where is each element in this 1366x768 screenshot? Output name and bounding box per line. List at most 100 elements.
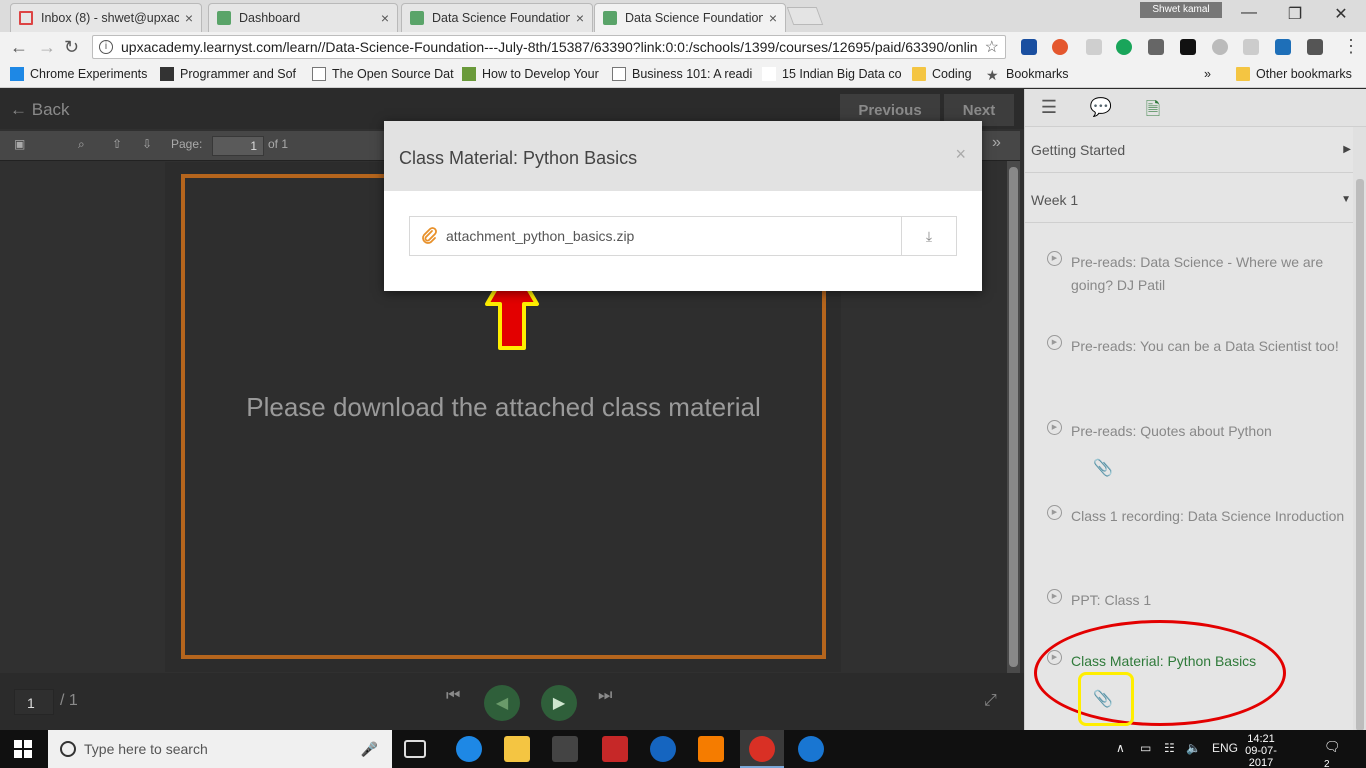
extension-icon[interactable]	[1275, 39, 1291, 55]
page-number-input[interactable]: 1	[212, 136, 264, 156]
class-material-modal: Class Material: Python Basics × attachme…	[384, 121, 982, 291]
menu-icon[interactable]: ☰	[1035, 97, 1063, 119]
current-page-field[interactable]: 1	[14, 689, 54, 715]
back-arrow-icon[interactable]: ←	[10, 37, 28, 58]
new-tab-button[interactable]	[786, 7, 824, 25]
extension-icon[interactable]	[1307, 39, 1323, 55]
fullscreen-icon[interactable]: ⤢	[984, 692, 997, 710]
paperclip-icon[interactable]: 📎	[1093, 458, 1113, 478]
bookmarks-overflow-button[interactable]: »	[1204, 67, 1211, 81]
language-indicator[interactable]: ENG	[1212, 741, 1238, 755]
extension-icon[interactable]	[1021, 39, 1037, 55]
amazon-icon[interactable]	[1180, 39, 1196, 55]
extension-icon[interactable]	[1212, 39, 1228, 55]
notification-center-icon[interactable]: 🗨2	[1324, 739, 1346, 768]
search-icon[interactable]: ⌕	[78, 137, 85, 152]
close-tab-icon[interactable]: ×	[576, 10, 584, 26]
reload-icon[interactable]: ↻	[64, 37, 79, 58]
maximize-icon[interactable]: ❐	[1272, 4, 1318, 24]
bookmark-item[interactable]: Business 101: A readi	[612, 67, 752, 81]
bookmark-item[interactable]: How to Develop Your	[462, 67, 599, 81]
mi-icon[interactable]	[698, 736, 724, 762]
bookmark-item[interactable]: Programmer and Sof	[160, 67, 296, 81]
total-pages: / 1	[60, 692, 78, 709]
attachment-row[interactable]: attachment_python_basics.zip ⤓	[409, 216, 957, 256]
tab-inbox[interactable]: Inbox (8) - shwet@upxac ×	[10, 3, 202, 32]
bookmark-star-icon[interactable]: ☆	[979, 37, 1005, 57]
bookmarks-bar: Chrome Experiments Programmer and Sof Th…	[0, 62, 1366, 88]
battery-icon[interactable]: ▭	[1140, 741, 1151, 755]
previous-page-button[interactable]: ◀	[484, 685, 520, 721]
other-bookmarks-folder[interactable]: Other bookmarks	[1236, 67, 1352, 81]
bookmark-folder[interactable]: ★ Bookmarks	[986, 67, 1069, 83]
sidebar-scrollbar[interactable]	[1353, 127, 1366, 731]
extension-icon[interactable]	[1148, 39, 1164, 55]
attachment-filename[interactable]: attachment_python_basics.zip	[446, 228, 634, 244]
app-icon[interactable]	[602, 736, 628, 762]
tab-dashboard[interactable]: Dashboard ×	[208, 3, 398, 32]
chrome-taskbar-button[interactable]	[740, 730, 784, 768]
scroll-thumb[interactable]	[1009, 167, 1018, 667]
grammarly-icon[interactable]	[1116, 39, 1132, 55]
store-icon[interactable]	[552, 736, 578, 762]
url-field[interactable]: i upxacademy.learnyst.com/learn//Data-Sc…	[92, 35, 1006, 59]
network-icon[interactable]: ☷	[1164, 741, 1175, 755]
chevron-up-icon[interactable]: ∧	[1116, 741, 1125, 755]
chat-icon[interactable]: 💬	[1087, 97, 1115, 119]
sidebar-toggle-icon[interactable]: ▣	[14, 137, 25, 151]
profile-badge[interactable]: Shwet kamal	[1140, 2, 1222, 18]
chevron-icon: »	[1204, 67, 1211, 81]
lesson-item[interactable]: ▶ Pre-reads: You can be a Data Scientist …	[1039, 335, 1345, 358]
close-tab-icon[interactable]: ×	[185, 10, 193, 26]
bookmark-item[interactable]: 15 Indian Big Data co	[762, 67, 902, 81]
info-icon[interactable]: i	[99, 40, 113, 54]
section-getting-started[interactable]: Getting Started ▶	[1025, 127, 1366, 173]
site-icon	[160, 67, 174, 81]
extension-icon[interactable]	[1052, 39, 1068, 55]
section-week-1[interactable]: Week 1 ▼	[1025, 177, 1366, 223]
lesson-item[interactable]: ▶ Pre-reads: Quotes about Python	[1039, 420, 1345, 443]
last-page-icon[interactable]: ⏭	[598, 687, 612, 705]
app-icon[interactable]	[650, 736, 676, 762]
scroll-thumb[interactable]	[1356, 179, 1364, 731]
minimize-icon[interactable]: —	[1226, 4, 1272, 22]
windows-start-icon[interactable]	[14, 740, 32, 758]
edge-icon[interactable]	[456, 736, 482, 762]
task-view-icon[interactable]	[404, 740, 426, 758]
page-down-icon[interactable]: ⇩	[142, 137, 152, 151]
r-icon[interactable]	[798, 736, 824, 762]
clock[interactable]: 14:21 09-07-2017	[1236, 733, 1286, 768]
close-tab-icon[interactable]: ×	[769, 10, 777, 26]
page-up-icon[interactable]: ⇧	[112, 137, 122, 151]
back-button[interactable]: ← Back	[10, 100, 70, 120]
close-tab-icon[interactable]: ×	[381, 10, 389, 26]
lesson-item[interactable]: ▶ PPT: Class 1	[1039, 589, 1345, 612]
download-button[interactable]: ⤓	[901, 217, 956, 255]
taskbar-search[interactable]: Type here to search 🎤	[48, 730, 392, 768]
file-explorer-icon[interactable]	[504, 736, 530, 762]
microphone-icon[interactable]: 🎤	[361, 741, 378, 758]
lesson-item[interactable]: ▶ Class 1 recording: Data Science Inroduc…	[1039, 505, 1345, 528]
document-icon[interactable]: 🗎	[1139, 97, 1167, 119]
lesson-item[interactable]: ▶ Pre-reads: Data Science - Where we are …	[1039, 251, 1345, 297]
close-window-icon[interactable]: ✕	[1318, 4, 1364, 24]
forward-arrow-icon[interactable]: →	[38, 37, 56, 58]
tab-data-science-1[interactable]: Data Science Foundation ×	[401, 3, 593, 32]
bookmark-item[interactable]: The Open Source Dat	[312, 67, 454, 81]
learnyst-icon	[217, 11, 231, 25]
next-page-button[interactable]: ▶	[541, 685, 577, 721]
chevron-right-icon: ▶	[1343, 144, 1351, 155]
viewer-scrollbar[interactable]	[1007, 161, 1020, 677]
bookmark-folder[interactable]: Coding	[912, 67, 972, 81]
close-icon[interactable]: ×	[955, 144, 966, 165]
first-page-icon[interactable]: ⏮	[446, 687, 460, 705]
extension-icon[interactable]	[1086, 39, 1102, 55]
bookmark-item[interactable]: Chrome Experiments	[10, 67, 147, 81]
url-text[interactable]: upxacademy.learnyst.com/learn//Data-Scie…	[121, 39, 979, 55]
extension-icon[interactable]	[1243, 39, 1259, 55]
tools-chevron-icon[interactable]: »	[992, 134, 1001, 152]
menu-kebab-icon[interactable]: ⋮	[1342, 36, 1360, 57]
volume-icon[interactable]: 🔈	[1186, 741, 1201, 755]
tab-data-science-active[interactable]: Data Science Foundation ×	[594, 3, 786, 32]
tab-title: Data Science Foundation	[432, 11, 570, 25]
